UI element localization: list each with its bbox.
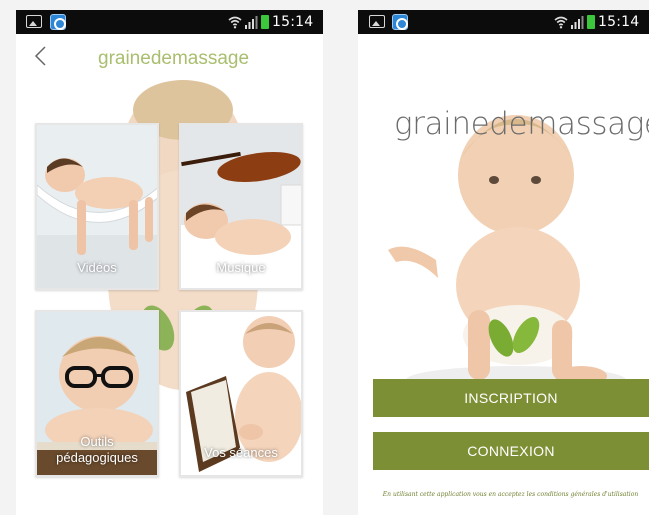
image-icon: [369, 15, 385, 28]
back-icon[interactable]: [30, 42, 52, 72]
tile-seances-label: Vos séances: [204, 445, 278, 460]
battery-icon: [587, 15, 595, 29]
app-icon: [392, 14, 408, 30]
status-bar: 15:14: [358, 10, 649, 34]
app-logo-text: grainedemassage: [394, 106, 649, 142]
home-screen: 15:14 grainedemassage Vidéos Musique Out…: [16, 10, 323, 515]
image-icon: [26, 15, 42, 28]
tile-musique-label: Musique: [216, 260, 266, 275]
tile-videos-label: Vidéos: [77, 260, 117, 275]
tile-vos-seances[interactable]: Vos séances: [179, 310, 303, 477]
clock: 15:14: [598, 14, 640, 30]
top-bar: grainedemassage: [16, 34, 323, 80]
connexion-button[interactable]: CONNEXION: [373, 432, 649, 470]
app-icon: [50, 14, 66, 30]
battery-icon: [261, 15, 269, 29]
inscription-button[interactable]: INSCRIPTION: [373, 379, 649, 417]
tile-videos[interactable]: Vidéos: [35, 123, 159, 290]
wifi-icon: [554, 16, 568, 29]
wifi-icon: [228, 16, 242, 29]
signal-icon: [571, 16, 584, 29]
tile-outils-pedagogiques[interactable]: Outils pédagogiques: [35, 310, 159, 477]
tile-outils-label: Outils pédagogiques: [56, 434, 138, 465]
login-screen: 15:14 grainedemassage INSCRIPTION CONNEX…: [358, 10, 649, 515]
tile-musique[interactable]: Musique: [179, 123, 303, 290]
signal-icon: [245, 16, 258, 29]
clock: 15:14: [272, 14, 314, 30]
app-logo-text: grainedemassage: [98, 48, 250, 69]
terms-notice: En utilisant cette application vous en a…: [382, 491, 639, 498]
status-bar: 15:14: [16, 10, 323, 34]
